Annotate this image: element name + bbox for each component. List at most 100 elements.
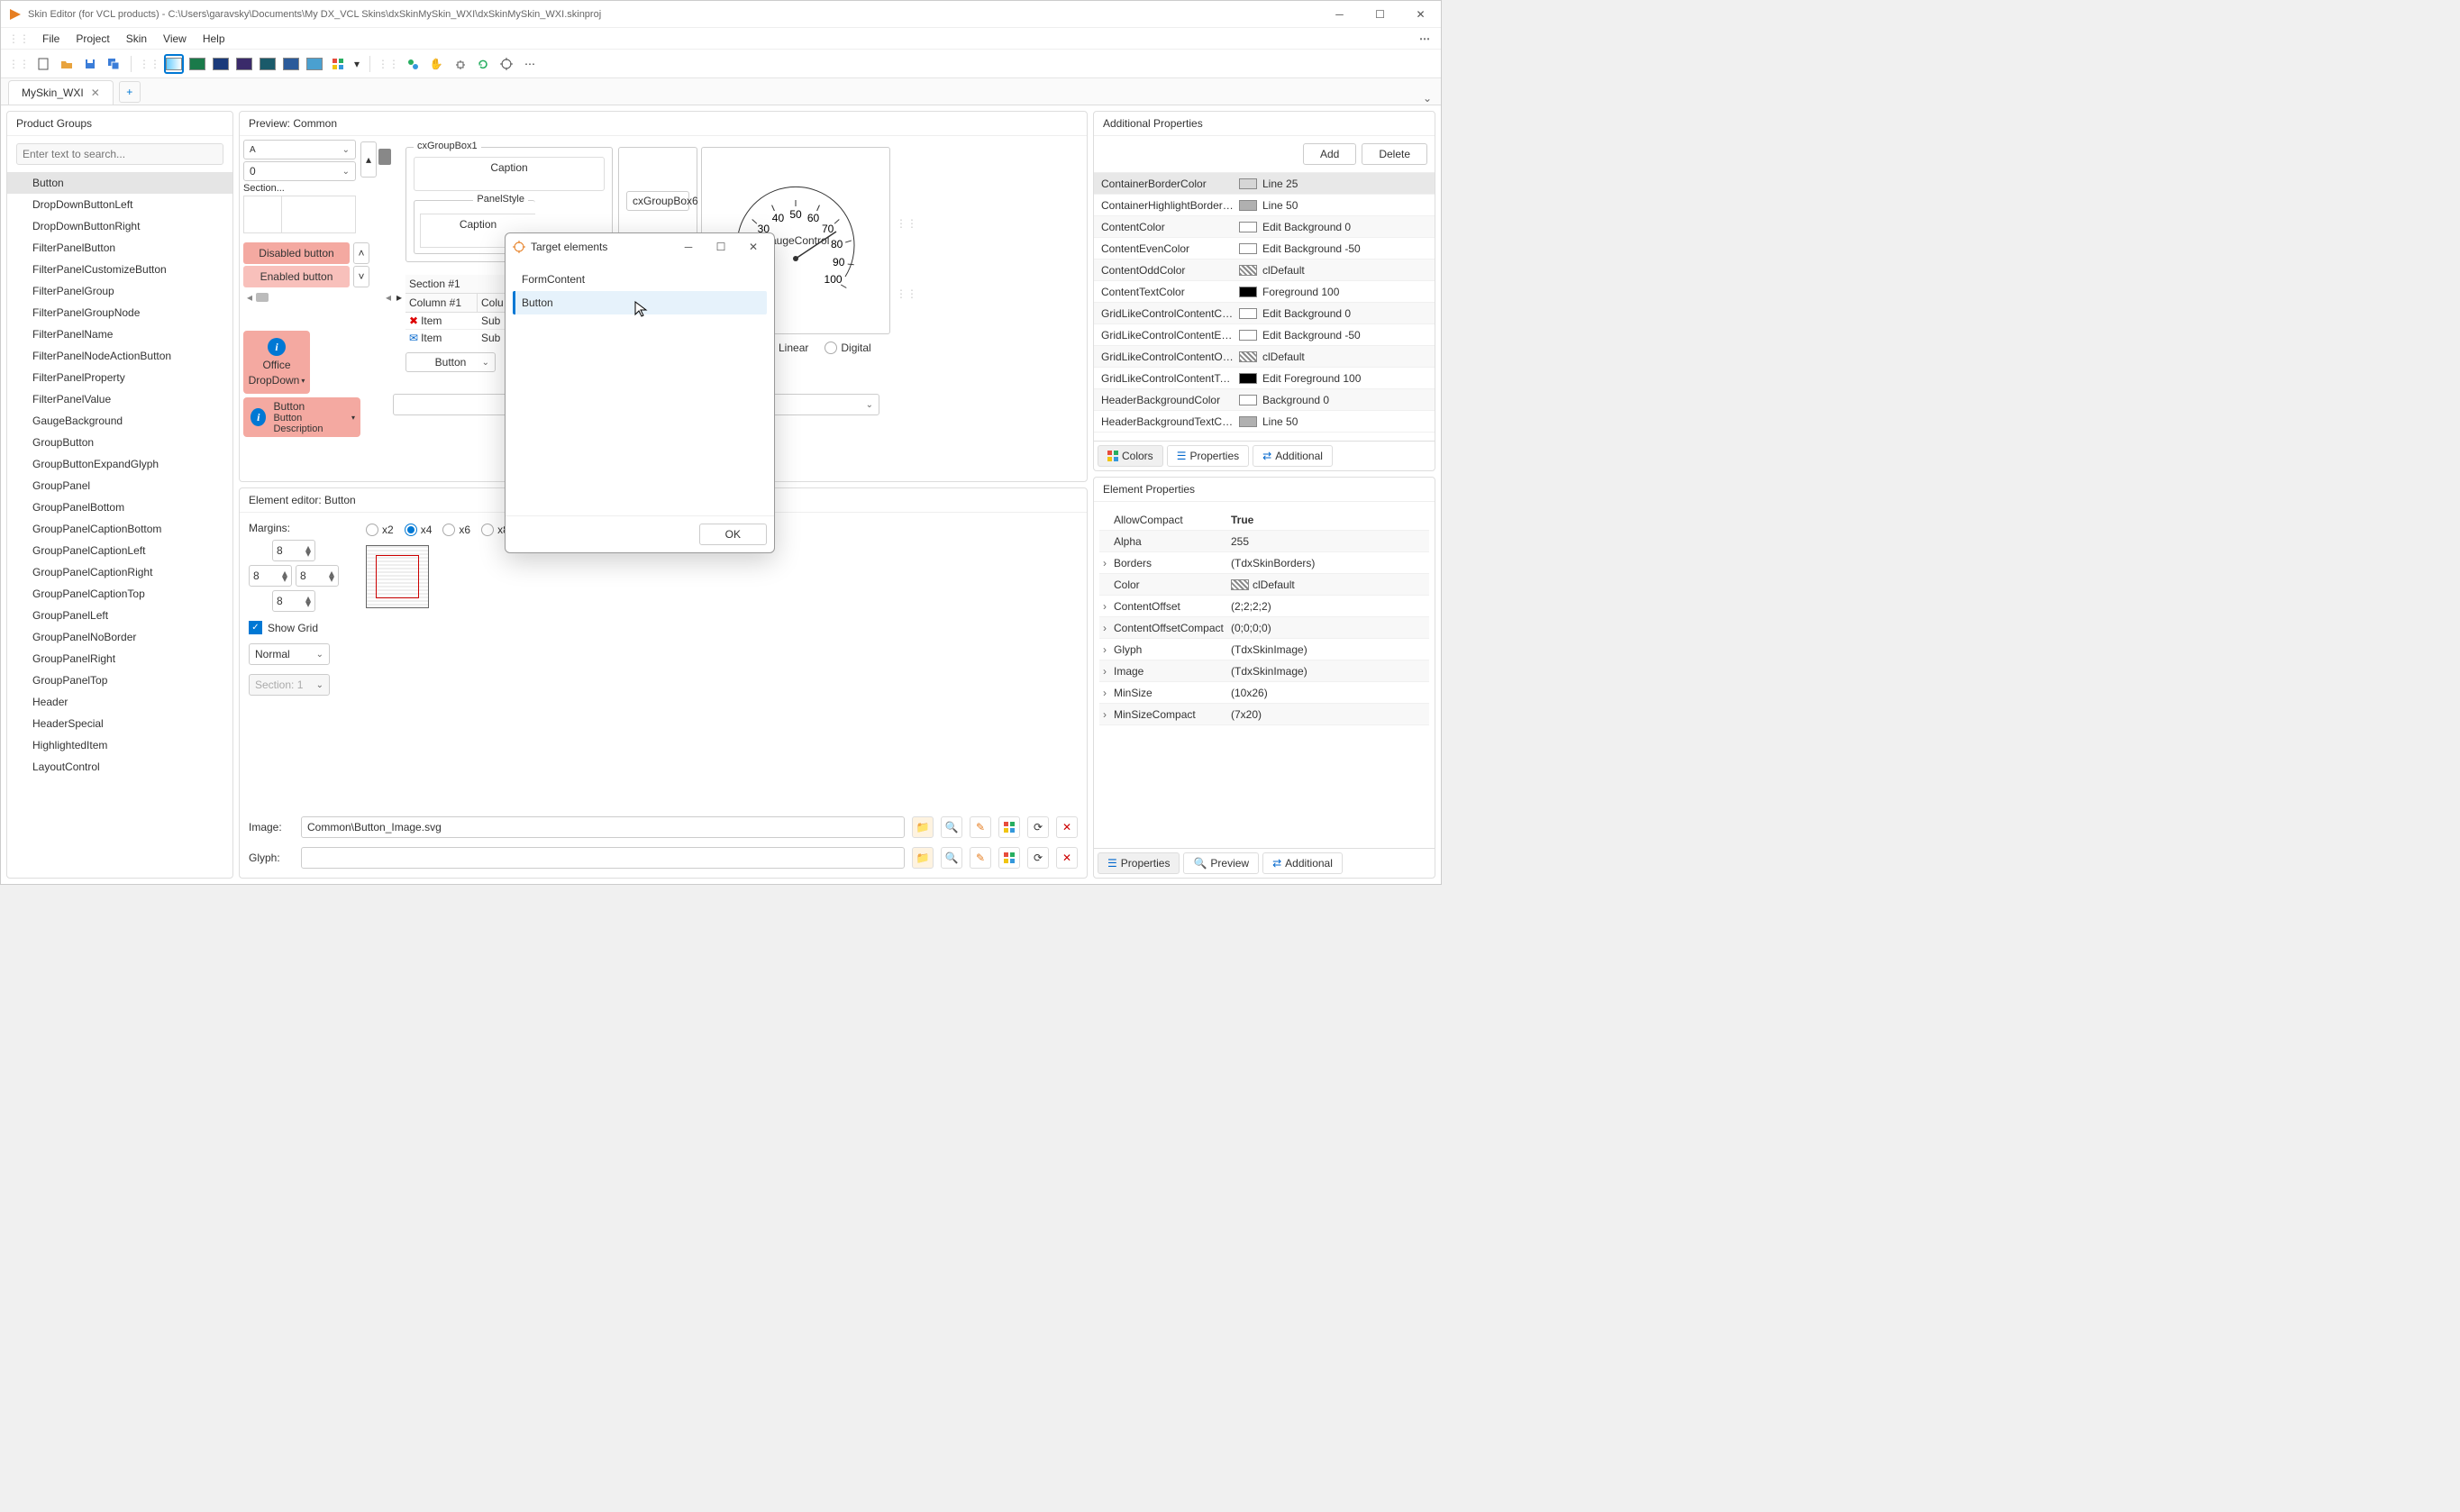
list-item[interactable]: GroupPanelBottom (7, 496, 232, 518)
save-button[interactable] (80, 54, 100, 74)
list-item[interactable]: GroupPanelCaptionBottom (7, 518, 232, 540)
edit-button[interactable]: ✎ (970, 816, 991, 838)
list-item[interactable]: GroupButtonExpandGlyph (7, 453, 232, 475)
list-item[interactable]: GroupPanelCaptionTop (7, 583, 232, 605)
dialog-titlebar[interactable]: Target elements ─ ☐ ✕ (506, 233, 774, 260)
tab-additional[interactable]: ⇄Additional (1262, 852, 1343, 874)
button-combo[interactable]: Button⌄ (405, 352, 496, 372)
office-dropdown-button[interactable]: i Office DropDown▾ (243, 331, 310, 394)
list-item[interactable]: FilterPanelButton (7, 237, 232, 259)
palette-swatch[interactable] (258, 54, 278, 74)
list-item[interactable]: HighlightedItem (7, 734, 232, 756)
list-item[interactable]: GroupPanelRight (7, 648, 232, 669)
menu-skin[interactable]: Skin (119, 30, 154, 48)
list-item[interactable]: FilterPanelNodeActionButton (7, 345, 232, 367)
toolbar-overflow[interactable]: ⋯ (520, 54, 540, 74)
ok-button[interactable]: OK (699, 524, 767, 545)
list-item[interactable]: LayoutControl (7, 756, 232, 778)
tab-colors[interactable]: Colors (1098, 445, 1163, 467)
menu-overflow-button[interactable]: ⋯ (1408, 32, 1441, 45)
palette-swatch[interactable] (234, 54, 254, 74)
list-item[interactable]: FilterPanelGroupNode (7, 302, 232, 323)
menu-project[interactable]: Project (68, 30, 116, 48)
margin-right-input[interactable]: 8▴▾ (296, 565, 339, 587)
find-button[interactable]: 🔍 (941, 816, 962, 838)
target-item[interactable]: FormContent (513, 268, 767, 291)
color-grid-button[interactable] (328, 54, 348, 74)
delete-button[interactable]: Delete (1362, 143, 1427, 165)
browse-button[interactable]: 📁 (912, 816, 934, 838)
list-item[interactable]: FilterPanelValue (7, 388, 232, 410)
dropdown-arrow[interactable]: ▾ (351, 54, 362, 74)
margin-left-input[interactable]: 8▴▾ (249, 565, 292, 587)
image-path-input[interactable]: Common\Button_Image.svg (301, 816, 905, 838)
tab-properties[interactable]: ☰Properties (1167, 445, 1249, 467)
open-button[interactable] (57, 54, 77, 74)
plugin-button[interactable] (403, 54, 423, 74)
property-row[interactable]: ContainerHighlightBorderColorLine 50 (1094, 195, 1435, 216)
hand-tool-button[interactable]: ✋ (426, 54, 446, 74)
close-button[interactable]: ✕ (1400, 1, 1441, 28)
show-grid-checkbox[interactable]: ✓ (249, 621, 262, 634)
menu-view[interactable]: View (156, 30, 194, 48)
property-row[interactable]: GridLikeControlContentOddColorclDefault (1094, 346, 1435, 368)
edit-button[interactable]: ✎ (970, 847, 991, 869)
radio-x4[interactable]: x4 (405, 524, 433, 536)
palette-swatch[interactable] (164, 54, 184, 74)
target-button[interactable] (497, 54, 516, 74)
reload-button[interactable]: ⟳ (1027, 847, 1049, 869)
dialog-close[interactable]: ✕ (740, 241, 767, 253)
color-grid-button[interactable] (998, 847, 1020, 869)
normal-combo[interactable]: Normal⌄ (249, 643, 330, 665)
dialog-list[interactable]: FormContentButton (506, 260, 774, 515)
glyph-path-input[interactable] (301, 847, 905, 869)
trash-icon[interactable] (378, 149, 391, 165)
dialog-maximize[interactable]: ☐ (707, 241, 734, 253)
prev-icon[interactable]: ◂ (386, 291, 391, 304)
palette-swatch[interactable] (211, 54, 231, 74)
property-row[interactable]: GridLikeControlContentTextColorEdit Fore… (1094, 368, 1435, 389)
palette-swatch[interactable] (305, 54, 324, 74)
property-row[interactable]: Borders(TdxSkinBorders) (1099, 552, 1429, 574)
list-item[interactable]: GroupButton (7, 432, 232, 453)
list-item[interactable]: DropDownButtonLeft (7, 194, 232, 215)
menu-help[interactable]: Help (196, 30, 232, 48)
radio-digital[interactable]: Digital (825, 342, 870, 354)
list-item[interactable]: FilterPanelName (7, 323, 232, 345)
list-item[interactable]: HeaderSpecial (7, 713, 232, 734)
property-row[interactable]: Glyph(TdxSkinImage) (1099, 639, 1429, 660)
tab-additional[interactable]: ⇄Additional (1253, 445, 1333, 467)
property-row[interactable]: AllowCompactTrue (1099, 509, 1429, 531)
tab-close-icon[interactable]: ✕ (91, 87, 100, 99)
add-button[interactable]: Add (1303, 143, 1356, 165)
palette-swatch[interactable] (187, 54, 207, 74)
list-item[interactable]: FilterPanelGroup (7, 280, 232, 302)
property-row[interactable]: HeaderBackgroundColorBackground 0 (1094, 389, 1435, 411)
minimize-button[interactable]: ─ (1319, 1, 1360, 28)
product-groups-list[interactable]: ButtonDropDownButtonLeftDropDownButtonRi… (7, 172, 232, 878)
palette-swatch[interactable] (281, 54, 301, 74)
radio-x2[interactable]: x2 (366, 524, 394, 536)
list-item[interactable]: Button (7, 172, 232, 194)
margin-top-input[interactable]: 8▴▾ (272, 540, 315, 561)
grip-icon[interactable]: ⋮⋮ (896, 217, 917, 230)
list-item[interactable]: GroupPanelTop (7, 669, 232, 691)
combo-zero[interactable]: 0⌄ (243, 161, 356, 181)
property-row[interactable]: ContentColorEdit Background 0 (1094, 216, 1435, 238)
find-button[interactable]: 🔍 (941, 847, 962, 869)
new-button[interactable] (33, 54, 53, 74)
tab-properties[interactable]: ☰Properties (1098, 852, 1180, 874)
property-row[interactable]: ContainerBorderColorLine 25 (1094, 173, 1435, 195)
element-properties-table[interactable]: AllowCompactTrueAlpha255Borders(TdxSkinB… (1094, 502, 1435, 848)
tab-add-button[interactable]: + (119, 81, 141, 103)
button-description[interactable]: i Button Button Description ▾ (243, 397, 360, 437)
property-row[interactable]: ContentOffsetCompact(0;0;0;0) (1099, 617, 1429, 639)
radio-x6[interactable]: x6 (442, 524, 470, 536)
clear-button[interactable]: ✕ (1056, 847, 1078, 869)
property-row[interactable]: HeaderBackgroundTextColorLine 50 (1094, 411, 1435, 433)
spin-up[interactable]: ˄ (353, 242, 369, 264)
list-item[interactable]: GroupPanelCaptionLeft (7, 540, 232, 561)
refresh-button[interactable] (473, 54, 493, 74)
search-input[interactable] (16, 143, 223, 165)
property-row[interactable]: GridLikeControlContentEvenColorEdit Back… (1094, 324, 1435, 346)
